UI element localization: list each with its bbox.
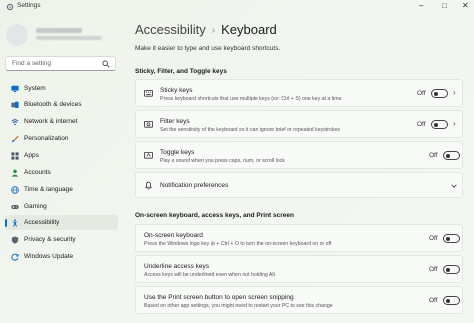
onscreen-keyboard-card: On-screen keyboard Press the Windows log…	[135, 224, 463, 252]
toggle-keys-description: Play a sound when you press caps, num, o…	[160, 158, 285, 164]
underline-access-keys-state: Off	[429, 266, 438, 273]
underline-access-keys-description: Access keys will be underlined even when…	[144, 272, 275, 278]
chevron-right-icon: ›	[453, 119, 456, 128]
sidebar-item-time-language[interactable]: Time & language	[5, 182, 118, 197]
toggle-knob	[434, 91, 438, 96]
toggle-keys-title: Toggle keys	[160, 149, 195, 156]
sidebar-item-label: Accounts	[24, 169, 51, 176]
print-screen-toggle[interactable]	[443, 296, 460, 305]
toggle-knob	[446, 298, 450, 303]
sidebar-item-label: Network & internet	[24, 118, 78, 125]
sticky-keys-description: Press keyboard shortcuts that use multip…	[160, 96, 342, 102]
print-screen-description: Based on other app settings, you might n…	[144, 303, 333, 309]
sidebar-item-bluetooth-devices[interactable]: Bluetooth & devices	[5, 97, 118, 112]
page-title: Accessibility › Keyboard	[135, 22, 277, 37]
sticky-keys-toggle[interactable]	[431, 89, 448, 98]
globe-clock-icon	[11, 186, 19, 194]
sidebar-item-label: System	[24, 85, 46, 92]
toggle-knob	[434, 122, 438, 127]
minimize-button[interactable]: –	[419, 1, 423, 11]
sidebar-item-label: Bluetooth & devices	[24, 101, 82, 108]
close-button[interactable]: ✕	[462, 1, 469, 11]
underline-access-keys-toggle[interactable]	[443, 265, 460, 274]
maximize-button[interactable]: □	[442, 1, 447, 11]
breadcrumb-separator: ›	[211, 25, 216, 36]
print-screen-card: Use the Print screen button to open scre…	[135, 286, 463, 314]
toggle-keys-toggle[interactable]	[443, 151, 460, 160]
bell-icon	[145, 181, 152, 190]
sidebar-item-accounts[interactable]: Accounts	[5, 165, 118, 180]
sidebar-item-network-internet[interactable]: Network & internet	[5, 114, 118, 129]
search-icon	[102, 60, 110, 68]
section-heading-onscreen-keyboard: On-screen keyboard, access keys, and Pri…	[135, 212, 294, 219]
settings-app-icon	[6, 3, 14, 11]
page-subtitle: Make it easier to type and use keyboard …	[135, 45, 281, 52]
profile-email-blurred	[36, 36, 102, 40]
notification-preferences-card[interactable]: Notification preferences	[135, 172, 463, 198]
search-input[interactable]: Find a setting	[5, 56, 116, 71]
bluetooth-icon	[11, 101, 19, 109]
sidebar-item-privacy-security[interactable]: Privacy & security	[5, 232, 118, 247]
onscreen-keyboard-title: On-screen keyboard	[144, 232, 203, 239]
apps-icon	[11, 152, 19, 160]
onscreen-keyboard-description: Press the Windows logo key ⊞ + Ctrl + O …	[144, 241, 332, 247]
notification-preferences-title: Notification preferences	[160, 182, 229, 189]
underline-access-keys-title: Underline access keys	[144, 263, 210, 270]
toggle-knob	[446, 267, 450, 272]
toggle-keys-icon	[144, 151, 153, 159]
search-placeholder: Find a setting	[12, 60, 52, 67]
window-title: Settings	[17, 2, 41, 9]
sidebar-item-label: Gaming	[24, 203, 47, 210]
filter-keys-card[interactable]: Filter keys Set the sensitivity of the k…	[135, 110, 463, 138]
account-icon	[11, 169, 19, 177]
sidebar-item-gaming[interactable]: Gaming	[5, 199, 118, 214]
sidebar-item-label: Apps	[24, 152, 39, 159]
accessibility-icon	[11, 219, 19, 227]
update-icon	[11, 253, 19, 261]
breadcrumb-parent[interactable]: Accessibility	[135, 22, 206, 37]
filter-keys-title: Filter keys	[160, 118, 190, 125]
active-indicator	[5, 219, 7, 227]
shield-icon	[11, 236, 19, 244]
section-heading-sticky-filter-toggle: Sticky, Filter, and Toggle keys	[135, 68, 227, 75]
underline-access-keys-card: Underline access keys Access keys will b…	[135, 255, 463, 283]
sidebar-item-personalization[interactable]: Personalization	[5, 131, 118, 146]
sticky-keys-state: Off	[417, 90, 426, 97]
sidebar-item-label: Personalization	[24, 135, 69, 142]
gamepad-icon	[11, 205, 19, 209]
filter-keys-description: Set the sensitivity of the keyboard so i…	[160, 127, 340, 133]
onscreen-keyboard-toggle[interactable]	[443, 234, 460, 243]
toggle-knob	[446, 236, 450, 241]
print-screen-title: Use the Print screen button to open scre…	[144, 294, 294, 301]
chevron-down-icon	[451, 184, 457, 188]
keyboard-icon	[144, 89, 153, 97]
filter-keys-icon	[144, 120, 153, 128]
network-icon	[11, 119, 19, 126]
title-bar: Settings – □ ✕	[0, 0, 474, 14]
sidebar-item-system[interactable]: System	[5, 81, 118, 96]
avatar	[6, 24, 28, 46]
sticky-keys-card[interactable]: Sticky keys Press keyboard shortcuts tha…	[135, 79, 463, 107]
sidebar-item-label: Accessibility	[24, 219, 60, 226]
filter-keys-state: Off	[417, 121, 426, 128]
onscreen-keyboard-state: Off	[429, 235, 438, 242]
sidebar-item-windows-update[interactable]: Windows Update	[5, 249, 118, 264]
breadcrumb-current: Keyboard	[221, 22, 277, 37]
toggle-knob	[446, 153, 450, 158]
monitor-icon	[11, 85, 19, 93]
sidebar-item-label: Privacy & security	[24, 236, 76, 243]
filter-keys-toggle[interactable]	[431, 120, 448, 129]
sidebar-item-apps[interactable]: Apps	[5, 148, 118, 163]
toggle-keys-state: Off	[429, 152, 438, 159]
sticky-keys-title: Sticky keys	[160, 87, 193, 94]
sidebar-item-accessibility[interactable]: Accessibility	[5, 215, 118, 230]
chevron-right-icon: ›	[453, 88, 456, 97]
brush-icon	[11, 135, 19, 143]
print-screen-state: Off	[429, 297, 438, 304]
sidebar-item-label: Windows Update	[24, 253, 74, 260]
sidebar-item-label: Time & language	[24, 186, 73, 193]
profile-name-blurred	[36, 28, 82, 33]
toggle-keys-card: Toggle keys Play a sound when you press …	[135, 141, 463, 169]
